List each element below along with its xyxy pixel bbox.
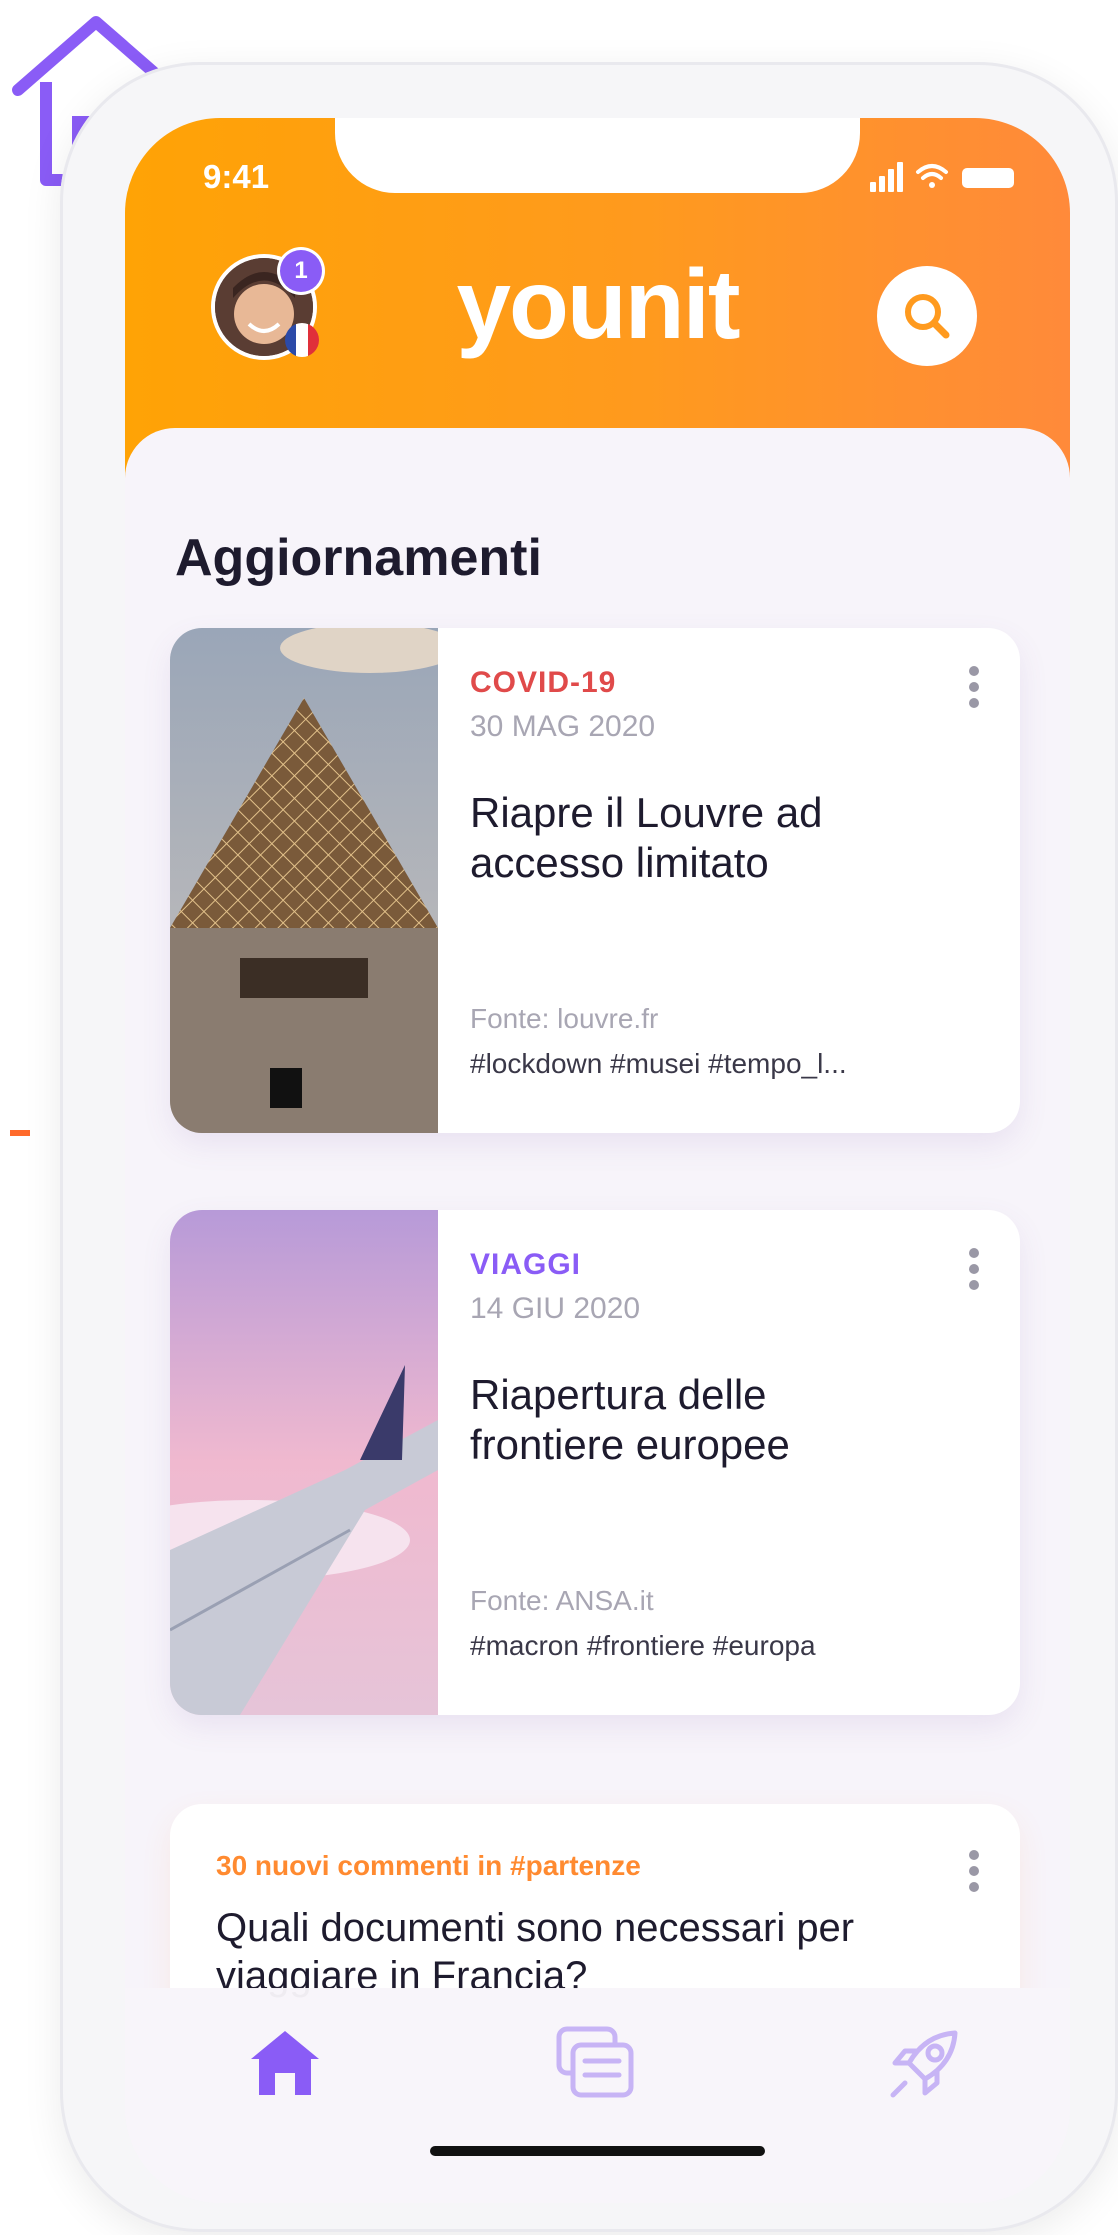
wifi-icon [916,164,948,188]
card-headline[interactable]: Riapertura delle frontiere europee [470,1370,930,1471]
card-date: 30 MAG 2020 [470,710,656,743]
device-notch [335,118,860,193]
comment-count[interactable]: 30 nuovi commenti in #partenze [216,1850,641,1882]
chat-icon[interactable] [555,2023,635,2103]
bottom-tab-bar [125,1988,1070,2203]
app-screen: 9:41 1 younit Aggiornamenti COVID-19 30 … [125,118,1070,2203]
louvre-thumbnail [170,628,438,1133]
card-category: VIAGGI [470,1248,582,1281]
more-options-icon[interactable] [968,1248,980,1292]
section-title: Aggiornamenti [175,529,542,587]
battery-icon [962,168,1014,188]
edge-marker [10,1130,30,1136]
search-icon [905,294,950,339]
card-tags[interactable]: #macron #frontiere #europa [470,1630,816,1662]
more-options-icon[interactable] [968,1850,980,1894]
card-tags[interactable]: #lockdown #musei #tempo_l... [470,1048,847,1080]
card-source[interactable]: Fonte: louvre.fr [470,1003,658,1035]
news-card[interactable]: COVID-19 30 MAG 2020 Riapre il Louvre ad… [170,628,1020,1133]
feed-content: Aggiornamenti COVID-19 30 MAG 2020 Riapr… [125,428,1070,2064]
home-indicator[interactable] [430,2146,765,2156]
news-card[interactable]: VIAGGI 14 GIU 2020 Riapertura delle fron… [170,1210,1020,1715]
more-options-icon[interactable] [968,666,980,710]
discussion-title[interactable]: Quali documenti sono necessari per viagg… [216,1904,936,2000]
card-headline[interactable]: Riapre il Louvre ad accesso limitato [470,788,930,889]
rocket-icon[interactable] [885,2023,965,2103]
card-source[interactable]: Fonte: ANSA.it [470,1585,654,1617]
status-icons [870,162,1014,192]
home-icon[interactable] [245,2023,325,2103]
airplane-wing-thumbnail [170,1210,438,1715]
app-header: 9:41 1 younit [125,118,1070,478]
card-category: COVID-19 [470,666,617,699]
status-time: 9:41 [203,158,270,195]
card-date: 14 GIU 2020 [470,1292,641,1325]
search-button[interactable] [877,266,977,366]
signal-icon [870,162,903,192]
